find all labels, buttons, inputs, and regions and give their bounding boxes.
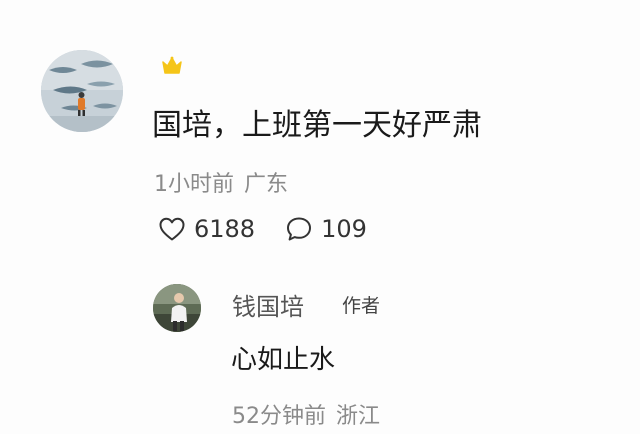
reply-time: 52分钟前 [232, 404, 326, 429]
comment-meta: 1小时前 广东 [154, 166, 288, 198]
comment-bubble-icon [287, 217, 312, 241]
reply-meta: 52分钟前 浙江 [232, 398, 380, 430]
like-count: 6188 [194, 215, 256, 243]
reply-button[interactable]: 109 [285, 215, 367, 243]
comment-location: 广东 [244, 172, 289, 197]
crown-icon [160, 54, 184, 78]
comment-text: 国培，上班第一天好严肃 [152, 108, 482, 143]
reply-author-avatar[interactable] [153, 284, 201, 332]
reply-author-name[interactable]: 钱国培 [232, 287, 304, 322]
reply-count: 109 [321, 215, 367, 243]
heart-icon [159, 217, 185, 241]
reply-location: 浙江 [336, 404, 381, 429]
author-tag: 作者 [342, 295, 381, 317]
comment-time: 1小时前 [154, 172, 234, 197]
comment-stats: 6188 109 [158, 213, 367, 245]
commenter-avatar[interactable] [41, 50, 123, 132]
avatar-image [41, 50, 123, 132]
avatar-image [153, 284, 201, 332]
reply-text: 心如止水 [231, 345, 336, 375]
like-button[interactable]: 6188 [158, 215, 255, 243]
comment-thread: 国培，上班第一天好严肃 1小时前 广东 6188 109 钱国培 作者 心如止水… [0, 0, 640, 434]
